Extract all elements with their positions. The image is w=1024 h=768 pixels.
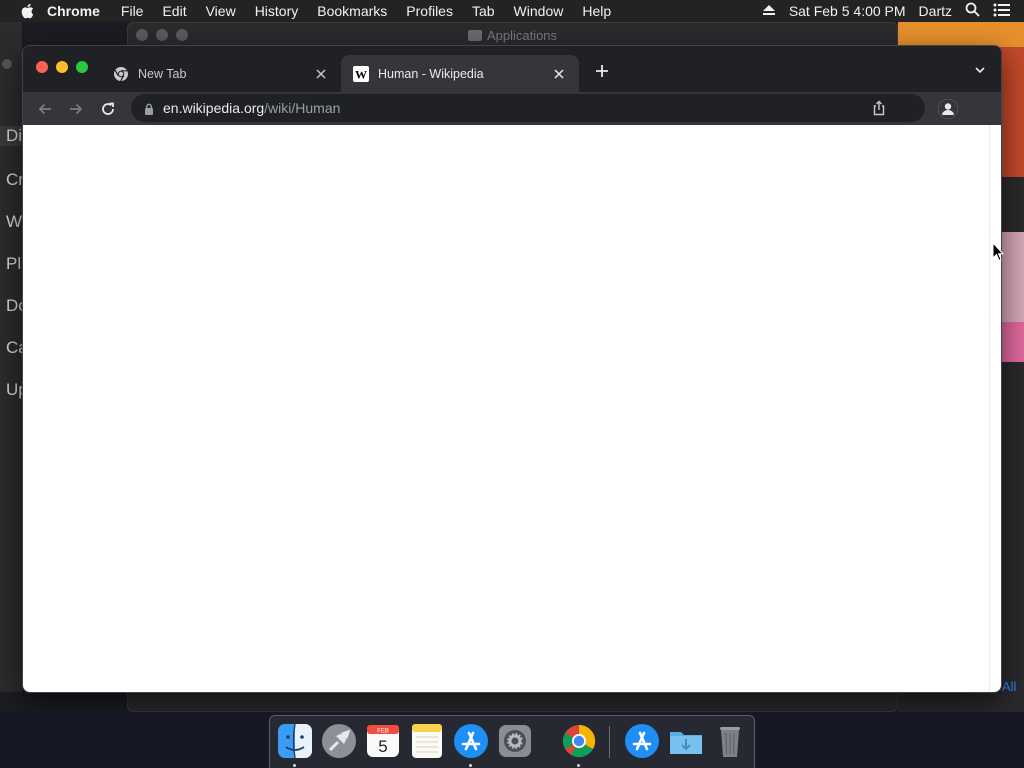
tab-title: New Tab — [138, 66, 187, 81]
finder-running-indicator — [293, 764, 296, 767]
background-sidebar-item[interactable]: W — [6, 212, 22, 232]
scrollbar-track[interactable] — [989, 125, 990, 692]
app-store-icon[interactable] — [452, 722, 490, 760]
page-content[interactable] — [23, 125, 1001, 692]
menu-clock[interactable]: Sat Feb 5 4:00 PM — [789, 3, 906, 19]
url-text: en.wikipedia.org/wiki/Human — [163, 100, 340, 116]
minimize-window-button[interactable] — [56, 61, 68, 73]
dock: FEB 5 — [269, 715, 755, 768]
background-sidebar-item[interactable]: Ca — [6, 338, 22, 358]
chrome-icon[interactable] — [560, 722, 598, 760]
menu-tab[interactable]: Tab — [472, 3, 495, 19]
eject-icon[interactable] — [762, 3, 776, 19]
menu-user-name[interactable]: Dartz — [919, 3, 952, 19]
tab-strip: New Tab W Human - Wikipedia — [23, 46, 1001, 92]
calendar-day: 5 — [378, 737, 387, 756]
menu-window[interactable]: Window — [514, 3, 564, 19]
menu-edit[interactable]: Edit — [162, 3, 186, 19]
dock-separator — [609, 726, 610, 758]
close-window-button[interactable] — [36, 61, 48, 73]
downloads-folder-icon[interactable] — [667, 722, 705, 760]
background-sidebar-item[interactable]: Do — [6, 296, 22, 316]
finder-icon[interactable] — [276, 722, 314, 760]
wikipedia-icon: W — [353, 65, 369, 82]
chrome-window: New Tab W Human - Wikipedia en.wikipedia… — [22, 45, 1002, 693]
profile-avatar-icon[interactable] — [938, 99, 958, 119]
menu-view[interactable]: View — [206, 3, 236, 19]
menu-extras: Sat Feb 5 4:00 PM Dartz — [762, 0, 1024, 22]
menu-file[interactable]: File — [121, 3, 144, 19]
tab-human-wikipedia[interactable]: W Human - Wikipedia — [341, 55, 579, 92]
background-sidebar-item[interactable]: Pl — [6, 254, 21, 274]
menu-bookmarks[interactable]: Bookmarks — [317, 3, 387, 19]
app-store-running-indicator — [469, 764, 472, 767]
finder-window-controls — [136, 29, 196, 41]
browser-toolbar: en.wikipedia.org/wiki/Human — [23, 92, 1001, 125]
apple-menu-icon[interactable] — [21, 3, 35, 19]
tab-new-tab[interactable]: New Tab — [101, 55, 341, 92]
menu-profiles[interactable]: Profiles — [406, 3, 453, 19]
finder-titlebar[interactable]: Applications — [128, 23, 897, 47]
close-tab-icon[interactable] — [551, 66, 567, 82]
finder-window-title: Applications — [486, 27, 558, 43]
lock-icon[interactable] — [143, 102, 155, 115]
background-all-link[interactable]: All — [1002, 679, 1016, 694]
mouse-cursor-icon — [992, 241, 1005, 262]
notes-icon[interactable] — [408, 722, 446, 760]
share-icon[interactable] — [871, 100, 887, 116]
launchpad-icon[interactable] — [320, 722, 358, 760]
chrome-running-indicator — [577, 764, 580, 767]
menu-history[interactable]: History — [255, 3, 299, 19]
background-sidebar-item[interactable]: Di — [0, 126, 22, 146]
calendar-icon[interactable]: FEB 5 — [364, 722, 402, 760]
spotlight-search-icon[interactable] — [965, 2, 980, 20]
calendar-month: FEB — [377, 729, 389, 735]
system-preferences-icon[interactable] — [496, 722, 534, 760]
new-tab-plus-icon[interactable] — [593, 62, 611, 80]
back-arrow-icon[interactable] — [36, 100, 54, 118]
menu-help[interactable]: Help — [582, 3, 611, 19]
app-store-folder-icon[interactable] — [623, 722, 661, 760]
tab-search-chevron-down-icon[interactable] — [973, 63, 987, 77]
folder-icon — [467, 29, 482, 41]
close-tab-icon[interactable] — [313, 66, 329, 82]
window-controls — [36, 61, 96, 73]
menu-bar: Chrome File Edit View History Bookmarks … — [0, 0, 1024, 22]
menu-app-chrome[interactable]: Chrome — [47, 3, 100, 19]
tab-title: Human - Wikipedia — [378, 66, 484, 81]
address-bar[interactable]: en.wikipedia.org/wiki/Human — [131, 94, 925, 122]
zoom-window-button[interactable] — [76, 61, 88, 73]
forward-arrow-icon[interactable] — [67, 100, 85, 118]
url-path: /wiki/Human — [264, 100, 341, 116]
chrome-icon — [113, 66, 129, 82]
svg-text:W: W — [355, 67, 367, 81]
background-sidebar-item[interactable]: Up — [6, 380, 22, 400]
url-host: en.wikipedia.org — [163, 100, 265, 116]
reload-icon[interactable] — [99, 100, 117, 118]
control-center-icon[interactable] — [993, 3, 1011, 20]
trash-icon[interactable] — [711, 722, 749, 760]
background-window-dot — [2, 59, 12, 69]
background-sidebar: Di Cr W Pl Do Ca Up — [0, 22, 22, 692]
background-sidebar-item[interactable]: Cr — [6, 170, 22, 190]
